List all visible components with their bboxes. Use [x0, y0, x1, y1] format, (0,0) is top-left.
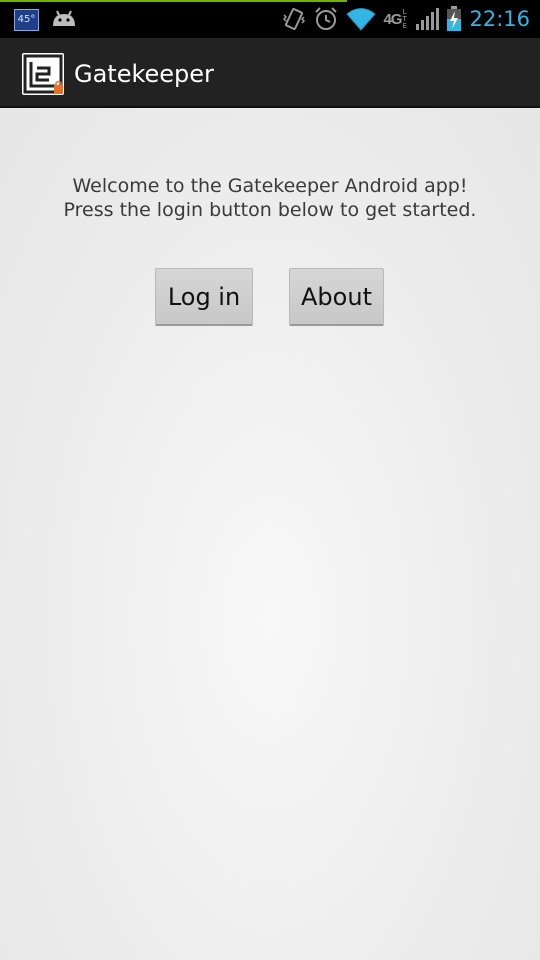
alarm-icon [313, 6, 339, 32]
network-lte-label: LTE [402, 7, 407, 30]
welcome-line-1: Welcome to the Gatekeeper Android app! [72, 175, 468, 197]
gatekeeper-logo-icon[interactable] [21, 52, 65, 96]
action-bar: Gatekeeper [0, 38, 540, 108]
login-button[interactable]: Log in [155, 268, 253, 326]
status-bar-right: 4G LTE 22:16 [275, 4, 530, 34]
signal-icon [415, 7, 440, 31]
weather-icon: 45° [14, 9, 39, 31]
main-content: Welcome to the Gatekeeper Android app! P… [0, 108, 540, 960]
status-bar-top-line [0, 0, 347, 2]
status-bar-left: 45° [14, 8, 78, 32]
battery-charging-icon [446, 6, 462, 32]
vibrate-icon [282, 6, 306, 32]
app-title: Gatekeeper [74, 60, 214, 88]
welcome-message: Welcome to the Gatekeeper Android app! P… [0, 174, 540, 222]
network-4g-icon: 4G LTE [383, 7, 407, 30]
android-icon [50, 8, 78, 32]
status-bar: 45° 4G LTE 22:16 [0, 0, 540, 38]
about-button[interactable]: About [289, 268, 384, 326]
wifi-icon [346, 7, 377, 31]
welcome-line-2: Press the login button below to get star… [63, 199, 477, 221]
clock: 22:16 [469, 7, 530, 31]
